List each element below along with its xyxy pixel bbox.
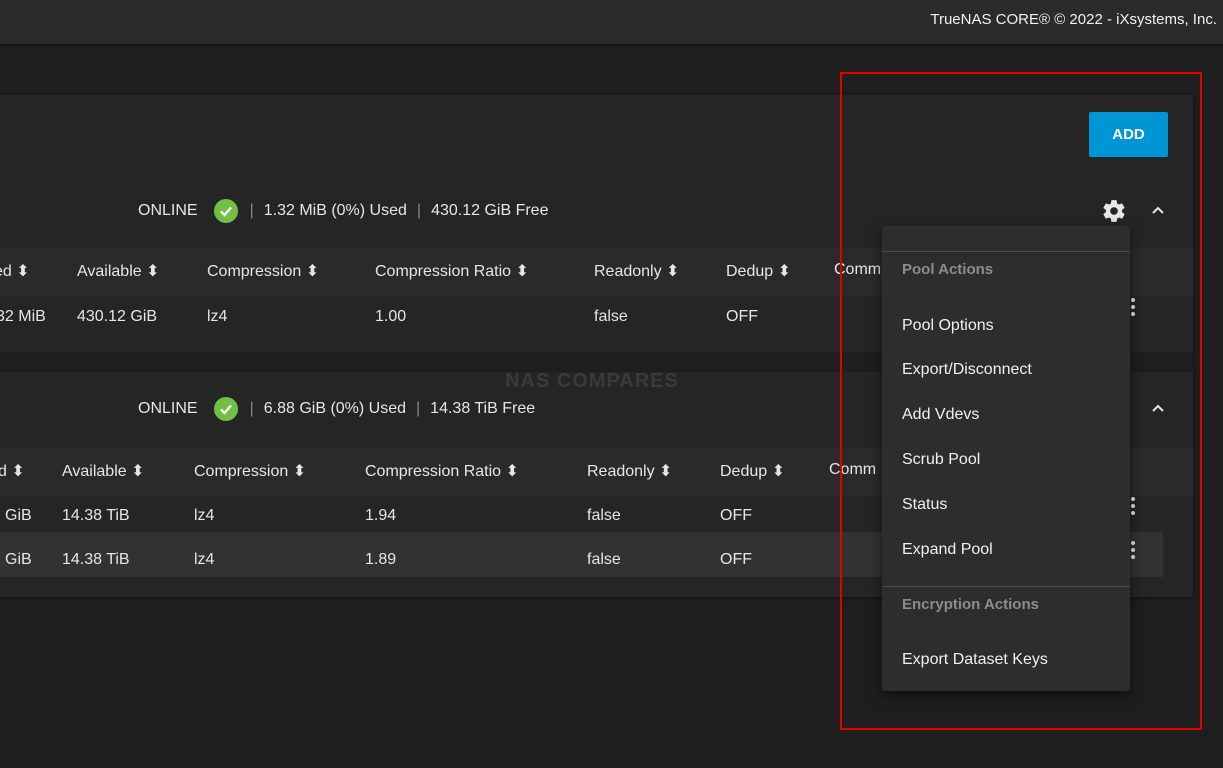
cell-available: 14.38 TiB	[62, 507, 130, 524]
cell-readonly: false	[587, 551, 621, 568]
column-header-used[interactable]: ed ⬍	[0, 261, 30, 281]
column-header-used[interactable]: d ⬍	[0, 461, 25, 481]
cell-used: GiB	[5, 507, 32, 524]
cell-used: 32 MiB	[0, 308, 46, 325]
copyright-text: TrueNAS CORE® © 2022 - iXsystems, Inc.	[930, 11, 1217, 28]
check-circle-icon	[213, 397, 238, 421]
column-header-compression[interactable]: Compression ⬍	[207, 261, 319, 281]
watermark-text: NAS COMPARES	[505, 370, 679, 392]
pool-1-status-line: ONLINE | 1.32 MiB (0%) Used | 430.12 GiB…	[138, 199, 548, 223]
column-header-available[interactable]: Available ⬍	[62, 461, 145, 481]
cell-dedup: OFF	[720, 551, 752, 568]
column-header-compression-ratio[interactable]: Compression Ratio ⬍	[375, 261, 529, 281]
cell-compression: lz4	[194, 551, 215, 568]
column-header-readonly[interactable]: Readonly ⬍	[587, 461, 672, 481]
cell-compression-ratio: 1.89	[365, 551, 397, 568]
separator: |	[416, 202, 422, 219]
pool-1-used: 1.32 MiB (0%) Used	[263, 202, 407, 219]
column-header-dedup[interactable]: Dedup ⬍	[726, 261, 791, 281]
column-header-compression-ratio[interactable]: Compression Ratio ⬍	[365, 461, 519, 481]
column-header-readonly[interactable]: Readonly ⬍	[594, 261, 679, 281]
column-header-available[interactable]: Available ⬍	[77, 261, 160, 281]
separator: |	[416, 400, 421, 417]
cell-available: 14.38 TiB	[62, 551, 130, 568]
column-header-compression[interactable]: Compression ⬍	[194, 461, 306, 481]
separator: |	[249, 400, 254, 417]
cell-readonly: false	[587, 507, 621, 524]
pool-1-status: ONLINE	[138, 202, 198, 219]
pool-1-free: 430.12 GiB Free	[431, 202, 549, 219]
cell-compression: lz4	[207, 308, 228, 325]
cell-readonly: false	[594, 308, 628, 325]
pool-2-status-line: ONLINE | 6.88 GiB (0%) Used | 14.38 TiB …	[138, 397, 535, 421]
cell-available: 430.12 GiB	[77, 308, 158, 325]
cell-used: GiB	[5, 551, 32, 568]
cell-dedup: OFF	[726, 308, 758, 325]
pool-2-free: 14.38 TiB Free	[430, 400, 536, 417]
cell-dedup: OFF	[720, 507, 752, 524]
annotation-highlight-box	[840, 72, 1202, 730]
pool-2-used: 6.88 GiB (0%) Used	[263, 400, 407, 417]
separator: |	[249, 202, 254, 219]
cell-compression: lz4	[194, 507, 215, 524]
top-bar: TrueNAS CORE® © 2022 - iXsystems, Inc.	[0, 0, 1223, 44]
pool-2-status: ONLINE	[138, 400, 198, 417]
check-circle-icon	[213, 199, 238, 223]
cell-compression-ratio: 1.94	[365, 507, 397, 524]
column-header-dedup[interactable]: Dedup ⬍	[720, 461, 785, 481]
cell-compression-ratio: 1.00	[375, 308, 407, 325]
